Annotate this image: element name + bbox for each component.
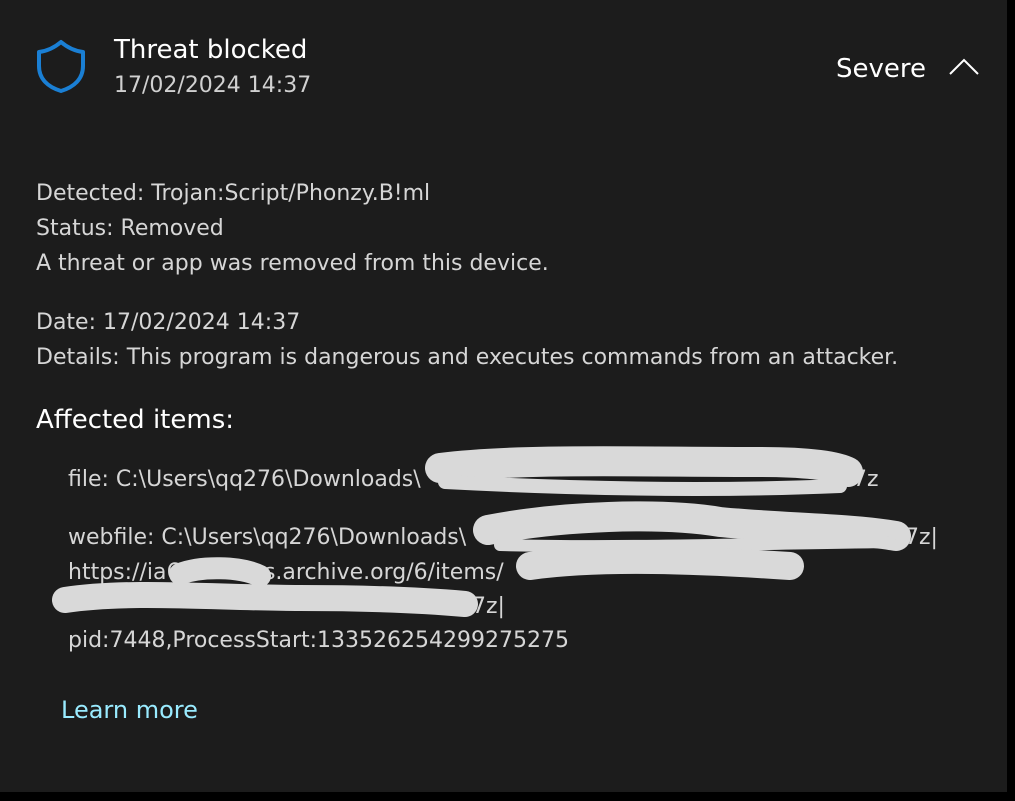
file-path-prefix: file: C:\Users\qq276\Downloads\ <box>68 467 421 492</box>
shield-icon <box>37 40 85 93</box>
details-label: Details: <box>36 345 120 370</box>
date-label: Date: <box>36 310 96 335</box>
affected-items-heading: Affected items: <box>36 405 234 435</box>
webfile-path-suffix: .7z| <box>898 525 938 550</box>
redaction-marks <box>52 446 911 617</box>
threat-details-panel: Threat blocked 17/02/2024 14:37 Severe D… <box>0 0 1007 792</box>
status-value: Removed <box>120 216 224 241</box>
detected-row: Detected: Trojan:Script/Phonzy.B!ml <box>36 178 430 210</box>
process-info: pid:7448,ProcessStart:133526254299275275 <box>68 628 569 653</box>
status-label: Status: <box>36 216 114 241</box>
url-start: https://ia6 <box>68 560 181 585</box>
learn-more-link[interactable]: Learn more <box>61 693 198 727</box>
status-row: Status: Removed <box>36 213 224 245</box>
detected-label: Detected: <box>36 181 145 206</box>
date-value: 17/02/2024 14:37 <box>103 310 301 335</box>
url-end-suffix: .7z| <box>465 594 505 619</box>
details-row: Details: This program is dangerous and ex… <box>36 342 898 374</box>
severity-label: Severe <box>836 54 926 84</box>
threat-title: Threat blocked <box>114 35 308 65</box>
detected-value: Trojan:Script/Phonzy.B!ml <box>151 181 431 206</box>
webfile-path-prefix: webfile: C:\Users\qq276\Downloads\ <box>68 525 467 550</box>
date-row: Date: 17/02/2024 14:37 <box>36 307 300 339</box>
chevron-up-icon <box>949 58 979 75</box>
threat-timestamp: 17/02/2024 14:37 <box>114 73 312 98</box>
status-message: A threat or app was removed from this de… <box>36 251 549 276</box>
details-value: This program is dangerous and executes c… <box>126 345 899 370</box>
file-path-suffix: .7z <box>846 467 879 492</box>
collapse-button[interactable] <box>940 50 988 86</box>
screen: Threat blocked 17/02/2024 14:37 Severe D… <box>0 0 1015 801</box>
url-middle: us.archive.org/6/items/ <box>250 560 504 585</box>
